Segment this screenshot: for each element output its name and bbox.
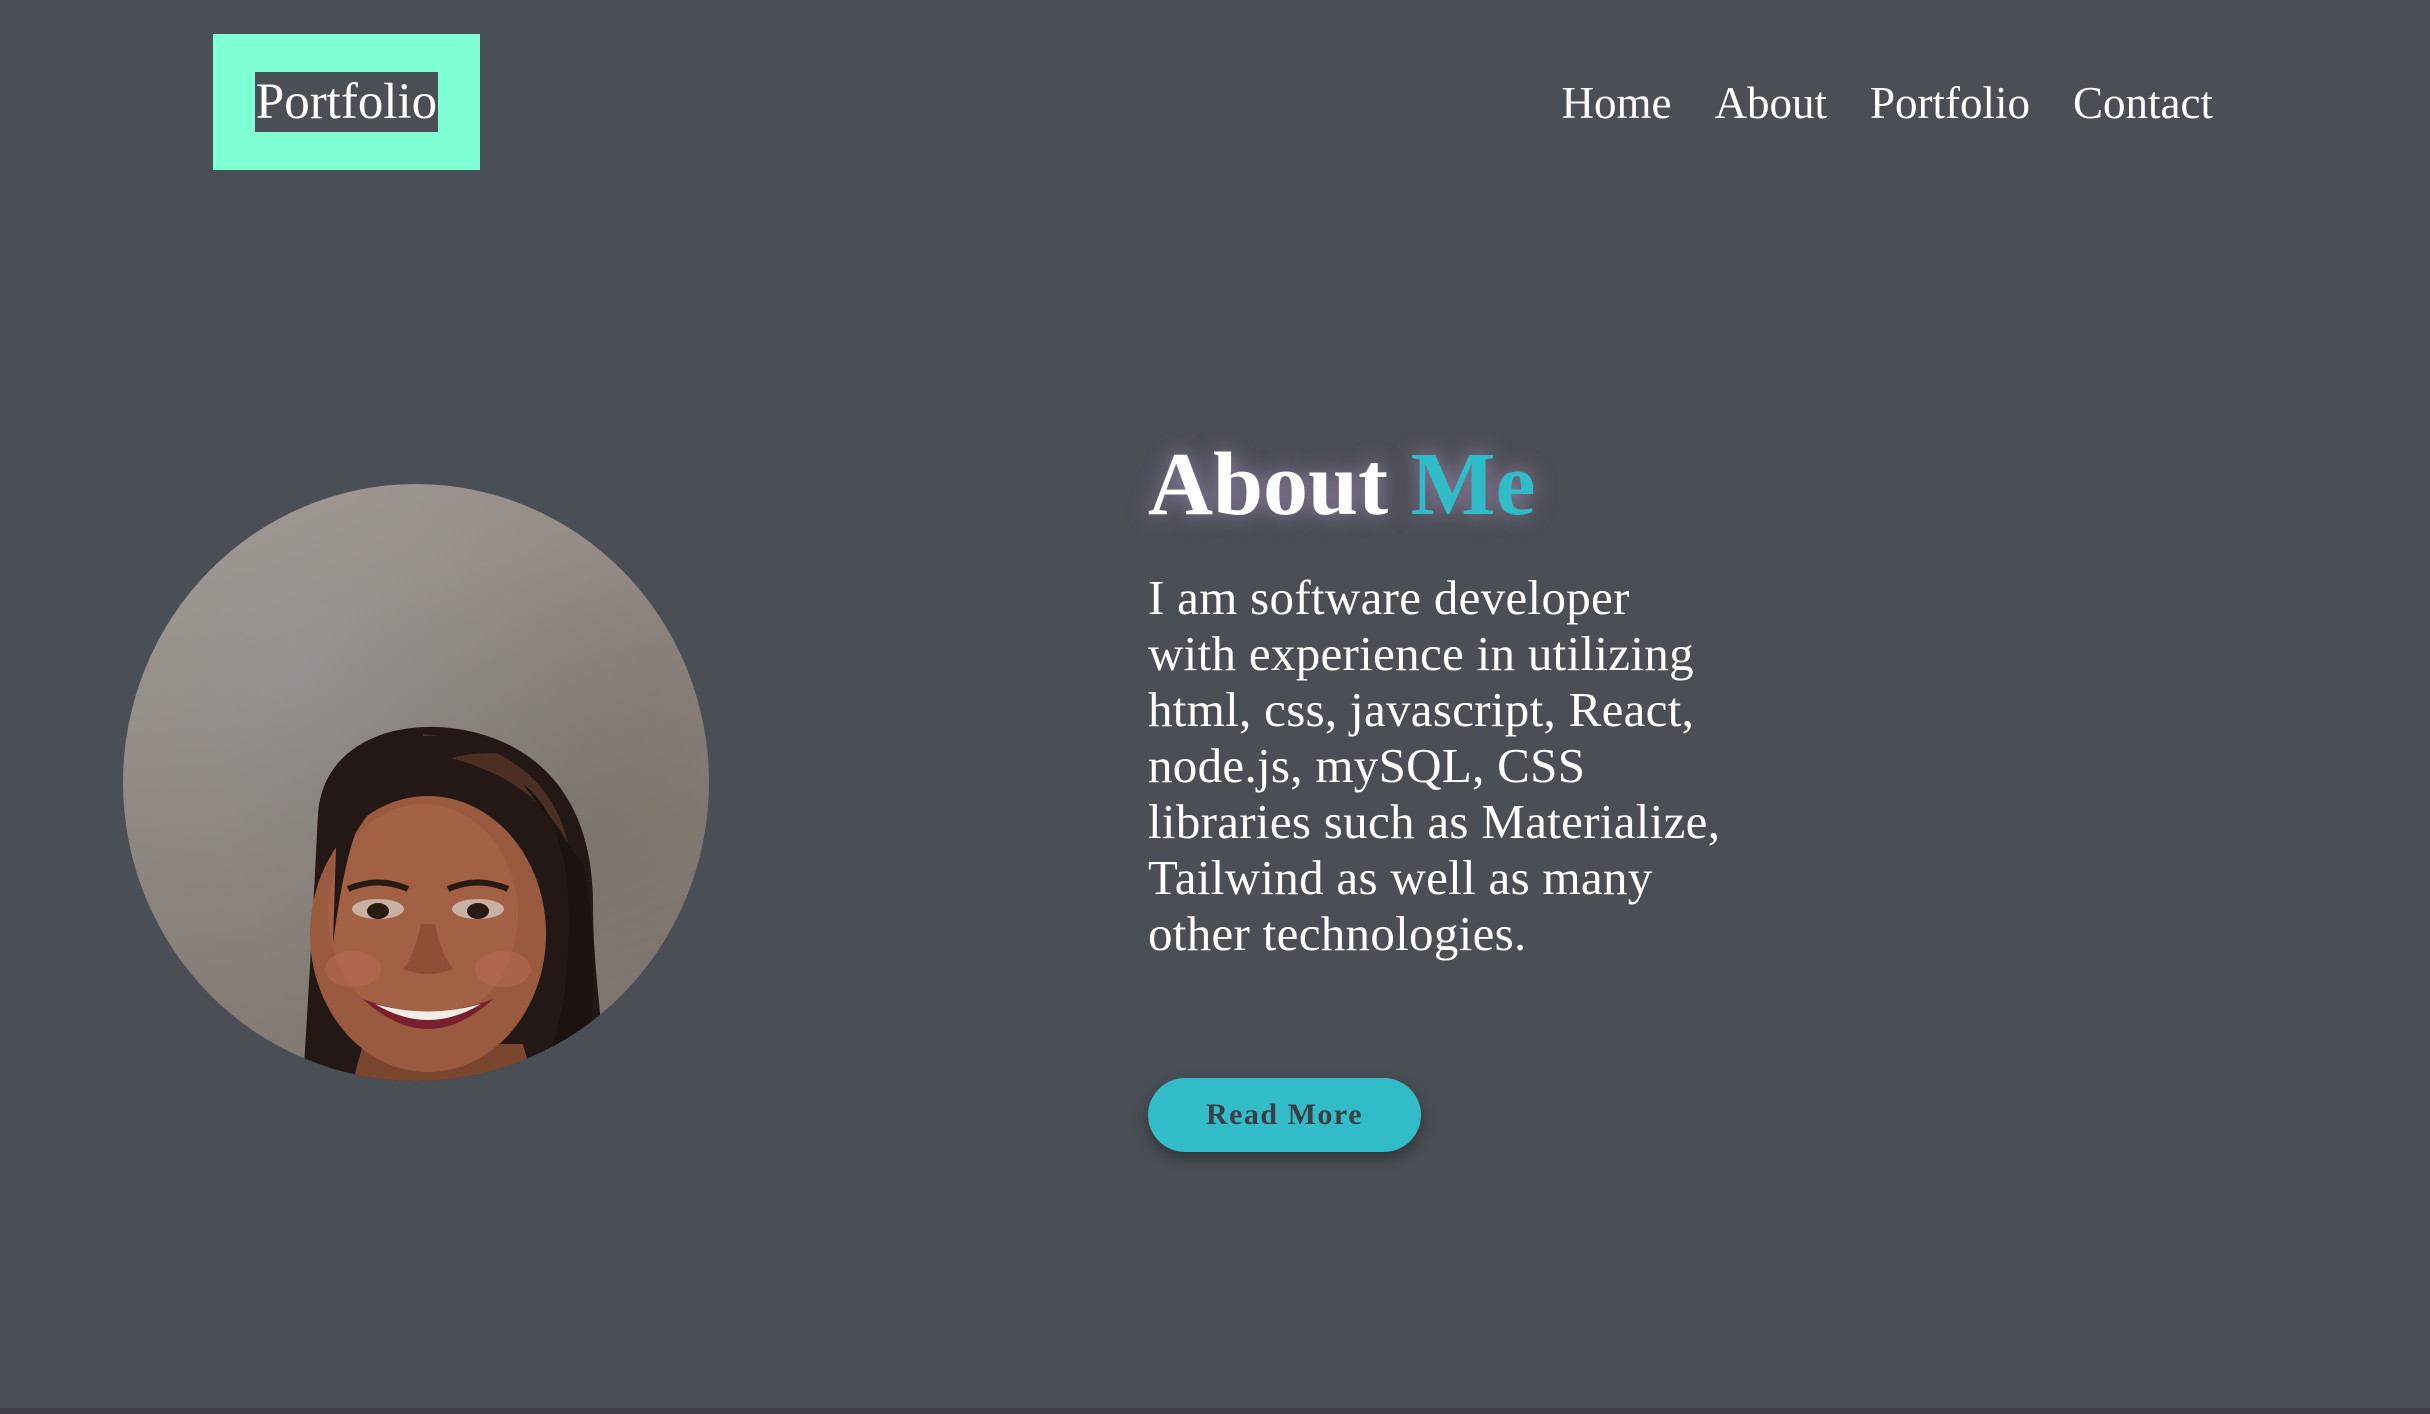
nav-contact-link[interactable]: Contact: [2073, 70, 2213, 136]
read-more-button[interactable]: Read More: [1148, 1078, 1421, 1152]
nav-portfolio-link[interactable]: Portfolio: [1870, 70, 2030, 136]
nav-home-link[interactable]: Home: [1562, 70, 1672, 136]
profile-photo: [123, 484, 709, 1081]
about-heading-accent: Me: [1410, 435, 1536, 534]
logo-box[interactable]: Portfolio: [213, 34, 480, 170]
page-bottom-border: [0, 1408, 2430, 1414]
main-nav: Home About Portfolio Contact: [1562, 70, 2213, 136]
logo-link[interactable]: Portfolio: [254, 72, 439, 132]
about-heading-main: About: [1148, 435, 1389, 534]
about-heading: About Me: [1148, 430, 1535, 540]
nav-about-link[interactable]: About: [1715, 70, 1828, 136]
about-description: I am software developer with experience …: [1148, 570, 1721, 961]
profile-photo-illustration: [303, 726, 603, 1081]
